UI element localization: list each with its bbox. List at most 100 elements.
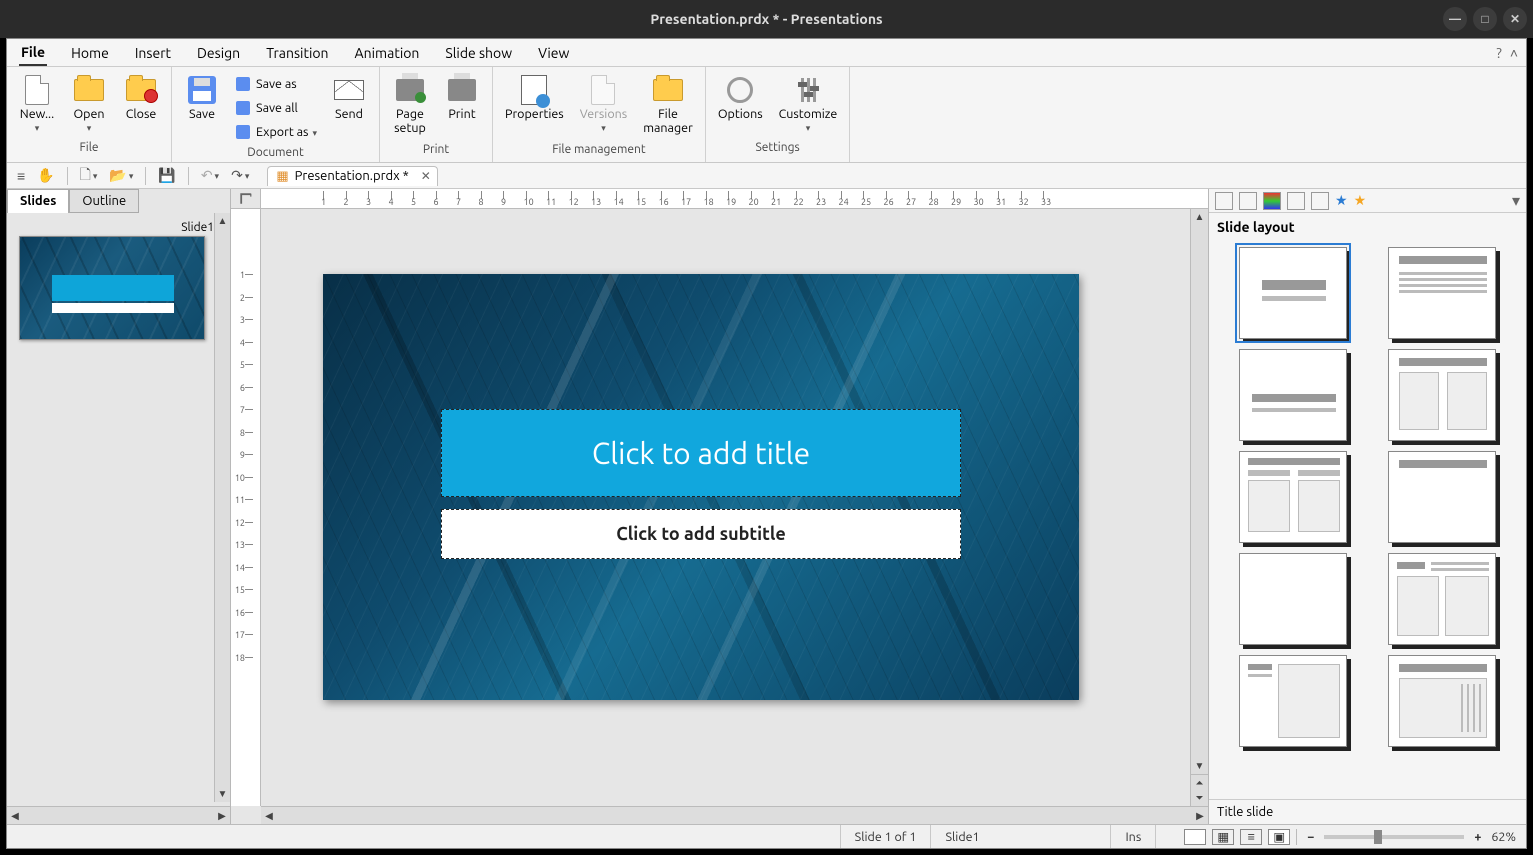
prev-slide-icon[interactable]: ⏶ (1191, 774, 1208, 790)
document-tab-label: Presentation.prdx * (295, 169, 409, 183)
qat-redo-icon[interactable]: ↷▾ (227, 165, 253, 186)
save-label: Save (189, 107, 215, 121)
scroll-left-icon[interactable]: ◀ (261, 807, 277, 824)
window-minimize-button[interactable]: — (1443, 7, 1467, 31)
panel-tab-1-icon[interactable] (1215, 192, 1233, 210)
new-button[interactable]: New...▾ (13, 71, 61, 138)
layout-blank[interactable] (1239, 553, 1347, 645)
zoom-out-button[interactable]: − (1303, 830, 1318, 844)
view-sorter-icon[interactable]: ▦ (1212, 829, 1234, 845)
view-slideshow-icon[interactable]: ▣ (1268, 829, 1290, 845)
layout-9[interactable] (1239, 655, 1347, 747)
window-close-button[interactable]: ✕ (1503, 7, 1527, 31)
next-slide-icon[interactable]: ⏷ (1191, 790, 1208, 806)
tab-slides[interactable]: Slides (7, 189, 69, 213)
panel-tab-2-icon[interactable] (1239, 192, 1257, 210)
save-button[interactable]: Save (178, 71, 226, 125)
export-as-button[interactable]: Export as ▾ (230, 121, 321, 143)
help-icon[interactable]: ? (1496, 45, 1501, 61)
title-placeholder[interactable]: Click to add title (441, 409, 961, 497)
layout-10[interactable] (1388, 655, 1496, 747)
save-as-button[interactable]: Save as (230, 73, 321, 95)
menu-transition[interactable]: Transition (264, 41, 330, 65)
menu-home[interactable]: Home (69, 41, 111, 65)
panel-vscrollbar[interactable]: ▲ ▼ (214, 213, 230, 802)
layout-title-content[interactable] (1388, 247, 1496, 339)
zoom-slider[interactable] (1324, 835, 1464, 839)
layout-comparison[interactable] (1239, 451, 1347, 543)
scroll-up-icon[interactable]: ▲ (1191, 209, 1208, 225)
layout-title-slide[interactable] (1239, 247, 1347, 339)
scroll-right-icon[interactable]: ▶ (1192, 807, 1208, 824)
view-normal-icon[interactable] (1184, 829, 1206, 845)
canvas-vscrollbar[interactable]: ▲ ▼ ⏶ ⏷ (1190, 209, 1208, 806)
file-manager-button[interactable]: File manager (637, 71, 699, 140)
scroll-down-icon[interactable]: ▼ (1191, 758, 1208, 774)
page-setup-button[interactable]: Page setup (386, 71, 434, 140)
open-label: Open (73, 107, 104, 121)
save-all-button[interactable]: Save all (230, 97, 321, 119)
panel-tab-5-icon[interactable] (1311, 192, 1329, 210)
send-button[interactable]: Send (325, 71, 373, 125)
close-tab-icon[interactable]: ✕ (421, 169, 431, 183)
panel-tab-4-icon[interactable] (1287, 192, 1305, 210)
save-as-label: Save as (256, 77, 297, 91)
tab-outline[interactable]: Outline (69, 189, 139, 213)
panel-heading: Slide layout (1209, 213, 1526, 241)
group-label-settings: Settings (755, 138, 799, 155)
menu-file[interactable]: File (19, 40, 47, 66)
scroll-down-icon[interactable]: ▼ (215, 786, 230, 802)
scroll-left-icon[interactable]: ◀ (7, 807, 23, 824)
customize-button[interactable]: Customize▾ (773, 71, 844, 138)
qat-new-icon[interactable]: 🗋▾ (76, 162, 102, 190)
subtitle-placeholder[interactable]: Click to add subtitle (441, 509, 961, 559)
star-blue-icon[interactable]: ★ (1335, 192, 1348, 209)
dropdown-icon: ▾ (35, 123, 40, 133)
zoom-in-button[interactable]: + (1470, 830, 1485, 844)
collapse-ribbon-icon[interactable]: ˄ (1510, 45, 1518, 61)
horizontal-ruler[interactable]: 1234567891011121314151617181920212223242… (261, 189, 1208, 209)
open-button[interactable]: Open▾ (65, 71, 113, 138)
layout-title-only[interactable] (1388, 451, 1496, 543)
slide-thumbnail-1[interactable]: Slide1 (19, 219, 218, 340)
slide-canvas[interactable]: Click to add title Click to add subtitle… (261, 209, 1208, 806)
zoom-handle[interactable] (1374, 830, 1382, 844)
menu-view[interactable]: View (536, 41, 571, 65)
close-button[interactable]: Close (117, 71, 165, 125)
slide-1[interactable]: Click to add title Click to add subtitle (323, 274, 1079, 700)
file-manager-label: File manager (643, 107, 693, 136)
group-label-file: File (80, 138, 99, 155)
menu-insert[interactable]: Insert (133, 41, 173, 65)
qat-save-icon[interactable]: 💾 (154, 165, 179, 186)
layout-content-caption[interactable] (1388, 553, 1496, 645)
print-button[interactable]: Print (438, 71, 486, 125)
qat-undo-icon[interactable]: ↶▾ (197, 165, 223, 186)
view-outline-icon[interactable]: ≡ (1240, 829, 1262, 845)
window-maximize-button[interactable]: □ (1473, 7, 1497, 31)
scroll-right-icon[interactable]: ▶ (214, 807, 230, 824)
panel-tab-3-icon[interactable] (1263, 192, 1281, 210)
zoom-percent[interactable]: 62% (1491, 830, 1516, 844)
canvas-hscrollbar[interactable]: ◀ ▶ (261, 806, 1208, 824)
document-tab[interactable]: ▦ Presentation.prdx * ✕ (267, 166, 438, 186)
panel-dropdown-icon[interactable]: ▾ (1512, 191, 1520, 210)
menu-animation[interactable]: Animation (353, 41, 422, 65)
layout-two-content[interactable] (1388, 349, 1496, 441)
app-frame: File Home Insert Design Transition Anima… (6, 38, 1527, 849)
panel-hscrollbar[interactable]: ◀ ▶ (7, 806, 230, 824)
scroll-up-icon[interactable]: ▲ (215, 213, 230, 229)
vertical-ruler[interactable]: 123456789101112131415161718 (231, 209, 261, 806)
properties-button[interactable]: Properties (499, 71, 570, 125)
options-button[interactable]: Options (712, 71, 769, 125)
qat-menu-icon[interactable]: ≡ (13, 166, 29, 186)
star-orange-icon[interactable]: ★ (1354, 192, 1367, 209)
status-insert-mode[interactable]: Ins (1111, 825, 1156, 848)
menu-design[interactable]: Design (195, 41, 242, 65)
qat-hand-icon[interactable]: ✋ (33, 165, 58, 186)
qat-open-icon[interactable]: 📂▾ (105, 165, 137, 186)
quick-access-toolbar: ≡ ✋ 🗋▾ 📂▾ 💾 ↶▾ ↷▾ ▦ Presentation.prdx * … (7, 163, 1526, 189)
menu-slideshow[interactable]: Slide show (443, 41, 514, 65)
properties-label: Properties (505, 107, 564, 121)
layout-section-header[interactable] (1239, 349, 1347, 441)
doc-tab-icon: ▦ (276, 169, 288, 184)
